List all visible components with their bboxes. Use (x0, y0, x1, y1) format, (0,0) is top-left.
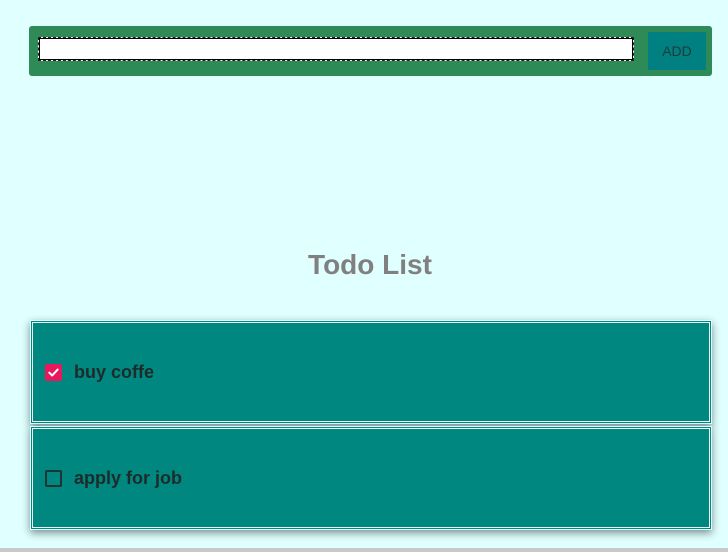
todo-checkbox[interactable] (45, 469, 62, 487)
checkmark-icon (48, 368, 59, 376)
page-title: Todo List (308, 249, 432, 280)
todo-item: buy coffe (30, 320, 712, 424)
add-todo-bar: ADD (29, 26, 712, 76)
todo-text: buy coffe (74, 361, 155, 382)
bottom-scroll-edge (0, 548, 728, 552)
todo-list: buy coffe apply for job (30, 320, 712, 532)
todo-text: apply for job (74, 467, 182, 488)
todo-checkbox[interactable] (45, 363, 62, 381)
add-button[interactable]: ADD (648, 32, 706, 70)
todo-item: apply for job (30, 426, 712, 530)
new-todo-input[interactable] (38, 37, 634, 61)
